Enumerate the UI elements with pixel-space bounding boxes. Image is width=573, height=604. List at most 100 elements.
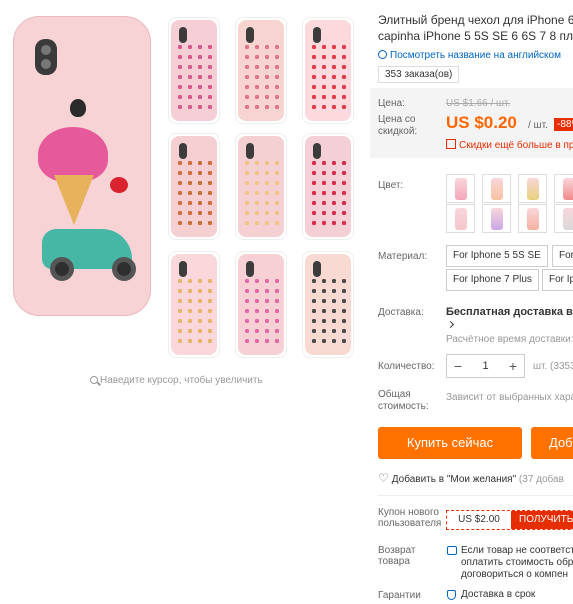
shipping-value[interactable]: Бесплатная доставка в Ru [446,306,573,318]
swatch-preview [455,208,467,230]
product-title-line-1: Элитный бренд чехол для iPhone 6 [378,13,573,27]
returns-line-2: оплатить стоимость обра [461,557,573,568]
thumbnail-9[interactable] [302,251,354,358]
color-swatch-5[interactable] [446,204,475,233]
color-swatch-1[interactable] [446,174,475,203]
swatch-preview [455,178,467,200]
globe-icon [378,50,387,59]
thumbnail-8[interactable] [235,251,287,358]
material-option-4[interactable]: For Iphone 8 [542,269,573,291]
zoom-hint: Наведите курсор, чтобы увеличить [90,375,263,386]
discount-price-label: Цена со скидкой: [378,114,418,137]
pattern [175,42,213,115]
thumbnail-7[interactable] [168,251,220,358]
swatch-preview [491,178,503,200]
main-product-image[interactable] [0,0,160,370]
divider [378,495,573,496]
thumbnail-case [238,20,284,121]
thumbnail-case [238,254,284,355]
heart-icon: ♡ [378,471,389,485]
swatch-preview [527,178,539,200]
thumbnail-case [305,20,351,121]
product-title-line-2: capinha iPhone 5 5S SE 6 6S 7 8 плк [378,29,573,43]
thumbnail-6[interactable] [302,133,354,240]
new-price: US $0.20 [446,113,517,132]
swatch-preview [563,178,573,200]
returns-line-1: Если товар не соответст [461,545,573,556]
material-option-3[interactable]: For Iphone 7 Plus [446,269,539,291]
coupon: US $2.00 ПОЛУЧИТЬ [446,510,573,530]
thumbnail-3[interactable] [302,17,354,124]
pattern [175,158,213,231]
price-label: Цена: [378,98,405,109]
color-swatch-2[interactable] [482,174,511,203]
pattern [309,42,347,115]
camera-icon [313,261,321,277]
thumbnail-4[interactable] [168,133,220,240]
quantity-minus-button[interactable]: − [447,358,469,374]
orders-count: 353 заказа(ов) [378,66,460,83]
apple-logo-icon [70,99,86,117]
translate-link[interactable]: Посмотреть название на английском [378,50,561,61]
swatch-preview [527,208,539,230]
coupon-amount: US $2.00 [447,511,511,529]
guarantee-label: Гарантии [378,590,421,601]
product-details: Элитный бренд чехол для iPhone 6 capinha… [370,0,573,604]
swatch-preview [491,208,503,230]
thumbnail-case [171,136,217,237]
quantity-plus-button[interactable]: + [502,358,524,374]
color-swatch-7[interactable] [518,204,547,233]
translate-link-text: Посмотреть название на английском [390,50,561,61]
cherry-icon [110,177,128,193]
camera-icon [246,143,254,159]
magnifier-icon [90,376,98,384]
thumbnail-case [171,20,217,121]
thumbnail-case [171,254,217,355]
pattern [242,276,280,349]
guarantee-text: Доставка в срок [461,589,536,600]
quantity-stepper: − 1 + [446,354,525,378]
thumbnail-case [238,136,284,237]
phone-case-illustration [13,16,151,316]
camera-icon [313,143,321,159]
color-label: Цвет: [378,180,404,191]
camera-icon [179,261,187,277]
wishlist-text: Добавить в "Мои желания" [391,474,517,485]
quantity-input[interactable]: 1 [469,360,502,372]
pattern [309,158,347,231]
material-option-1[interactable]: For Iphone 5 5S SE [446,245,548,267]
quantity-label: Количество: [378,361,435,372]
color-swatch-3[interactable] [518,174,547,203]
wishlist-link[interactable]: ♡ Добавить в "Мои желания" (37 добав [378,471,564,485]
old-price: US $1.66 / шт. [446,98,511,109]
more-discounts-link[interactable]: Скидки ещё больше в пр [446,139,573,151]
add-to-cart-button[interactable]: Доб [531,427,573,459]
returns-text: Если товар не соответст оплатить стоимос… [461,545,573,581]
camera-icon [246,27,254,43]
pattern [242,42,280,115]
thumbnail-2[interactable] [235,17,287,124]
chevron-down-icon [446,320,455,329]
camera-icon [35,39,57,75]
pattern [242,158,280,231]
thumbnail-case [305,254,351,355]
returns-line-3: договориться о компен [461,569,569,580]
shipping-value-text: Бесплатная доставка в Ru [446,306,573,318]
coupon-get-button[interactable]: ПОЛУЧИТЬ [511,511,573,529]
discount-badge: -88% [554,118,573,131]
material-option-2[interactable]: For Iphone 6 6S [552,245,573,267]
product-title: Элитный бренд чехол для iPhone 6 capinha… [378,12,573,44]
thumbnail-5[interactable] [235,133,287,240]
thumbnail-1[interactable] [168,17,220,124]
camera-icon [179,143,187,159]
total-value: Зависит от выбранных хара [446,392,573,403]
returns-label: Возврат товара [378,545,416,567]
color-swatch-8[interactable] [554,204,573,233]
product-page: Наведите курсор, чтобы увеличить Элитный… [0,0,573,604]
color-swatch-4[interactable] [554,174,573,203]
buy-now-button[interactable]: Купить сейчас [378,427,522,459]
gift-icon [446,139,456,149]
pattern [309,276,347,349]
color-swatch-6[interactable] [482,204,511,233]
pattern [175,276,213,349]
